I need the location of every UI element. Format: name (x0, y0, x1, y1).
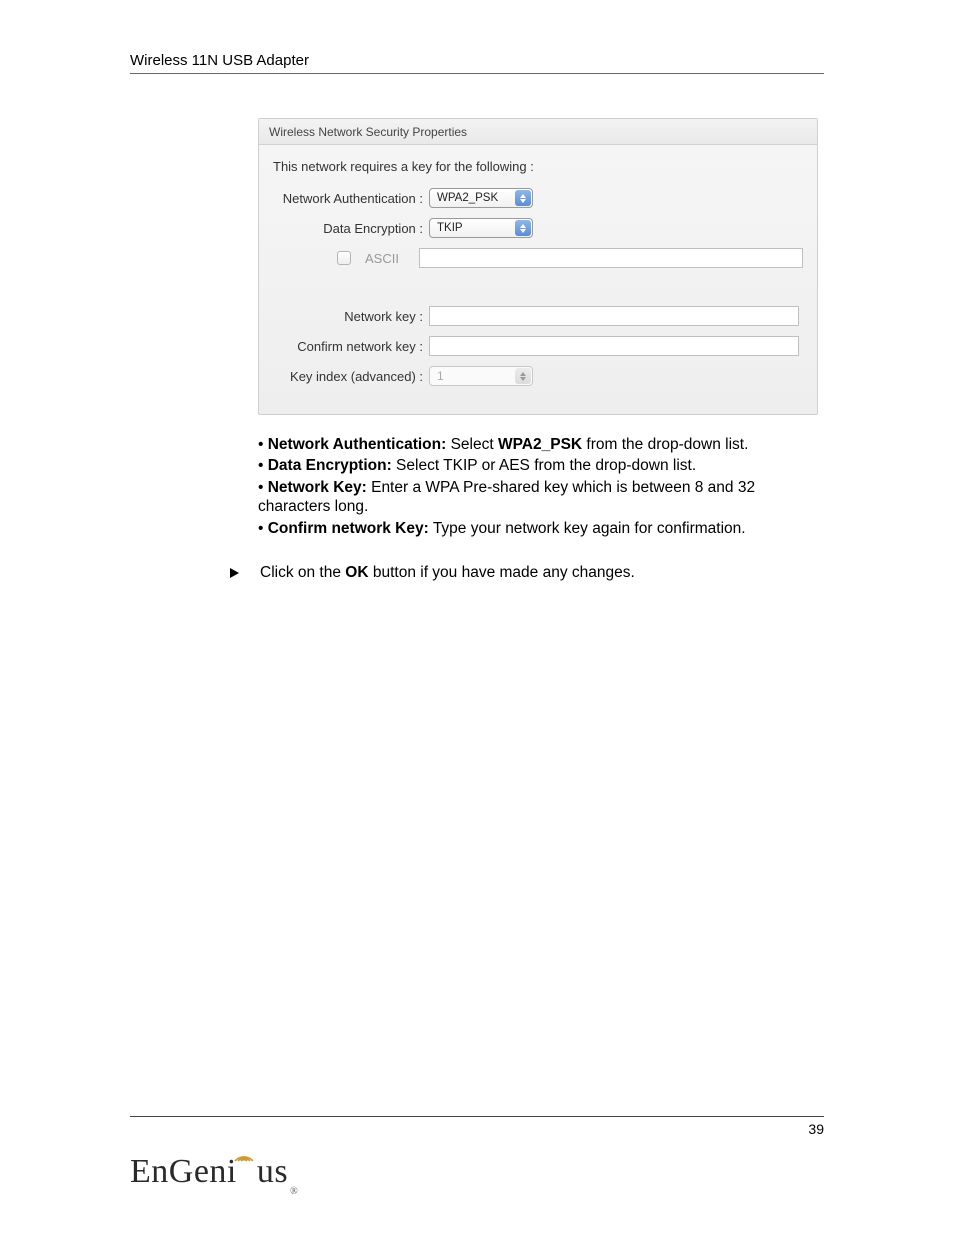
arrow-right-icon (228, 566, 242, 585)
instructions-block: • Network Authentication: Select WPA2_PS… (258, 435, 828, 538)
engenius-logo: EnGeni us® (130, 1153, 296, 1191)
network-auth-value: WPA2_PSK (437, 192, 498, 204)
registered-icon: ® (290, 1186, 298, 1197)
ascii-checkbox-icon[interactable] (337, 251, 351, 265)
key-index-label: Key index (advanced) : (273, 369, 429, 384)
network-key-label: Network key : (273, 309, 429, 324)
key-index-value: 1 (437, 369, 444, 383)
key-index-stepper[interactable]: 1 (429, 366, 533, 386)
network-auth-select[interactable]: WPA2_PSK (429, 188, 533, 208)
panel-title: Wireless Network Security Properties (259, 119, 817, 145)
footer-divider (130, 1116, 824, 1117)
confirm-key-label: Confirm network key : (273, 339, 429, 354)
confirm-key-input[interactable] (429, 336, 799, 356)
updown-icon (515, 220, 531, 236)
ok-instruction: Click on the OK button if you have made … (228, 564, 824, 585)
updown-icon (515, 190, 531, 206)
encryption-select[interactable]: TKIP (429, 218, 533, 238)
instr4-label: Confirm network Key: (268, 520, 429, 537)
instr1-label: Network Authentication: (268, 436, 447, 453)
ascii-input[interactable] (419, 248, 803, 268)
instr3-label: Network Key: (268, 479, 367, 496)
panel-intro: This network requires a key for the foll… (273, 159, 803, 174)
network-auth-label: Network Authentication : (273, 191, 429, 206)
page-number: 39 (808, 1121, 824, 1137)
updown-icon (515, 368, 531, 384)
page-header: Wireless 11N USB Adapter (130, 52, 824, 74)
security-panel: Wireless Network Security Properties Thi… (258, 118, 818, 415)
wifi-icon (234, 1135, 254, 1173)
encryption-label: Data Encryption : (273, 221, 429, 236)
instr2-label: Data Encryption: (268, 457, 392, 474)
network-key-input[interactable] (429, 306, 799, 326)
ascii-label: ASCII (365, 251, 399, 266)
encryption-value: TKIP (437, 222, 463, 234)
